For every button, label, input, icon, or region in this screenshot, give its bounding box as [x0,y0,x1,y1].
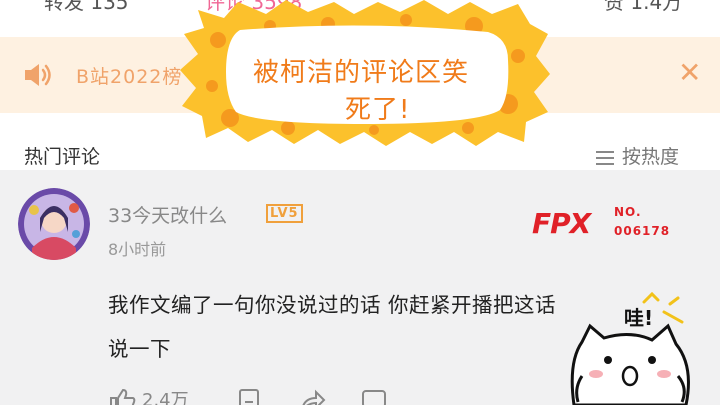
list-icon [596,147,614,169]
reply-icon[interactable] [360,388,388,405]
comment-text-line1: 我作文编了一句你没说过的话 你赶紧开播把这话 [108,293,557,317]
comment-time: 8小时前 [108,240,167,259]
sticker-text: 哇! [624,306,654,330]
level-badge: LV5 [266,204,303,223]
sort-button[interactable]: 按热度 [596,142,679,169]
like-icon[interactable] [108,388,136,405]
avatar[interactable] [18,188,90,260]
username[interactable]: 33今天改什么 [108,201,227,228]
overlay-caption-line2: 死了! [345,95,411,125]
tab-likes[interactable]: 赞 1.4万 [604,0,682,15]
speaker-icon [22,61,52,93]
comment-actions: 2.4万 [100,384,460,405]
close-icon[interactable]: ✕ [678,59,701,87]
overlay-caption-line1: 被柯洁的评论区笑 [253,58,470,88]
hot-comments-title: 热门评论 [24,146,101,168]
notice-text: B站2022榜 [76,66,183,88]
badge-number: 006178 [614,224,671,238]
tab-repost[interactable]: 转发 135 [44,0,129,15]
like-count: 2.4万 [142,390,189,405]
dislike-icon[interactable] [236,388,264,405]
fpx-logo: FPX [532,207,591,240]
share-icon[interactable] [298,388,326,405]
badge-no-label: NO. [614,205,642,219]
sort-label: 按热度 [622,146,680,168]
comment-text-line2: 说一下 [108,337,171,361]
